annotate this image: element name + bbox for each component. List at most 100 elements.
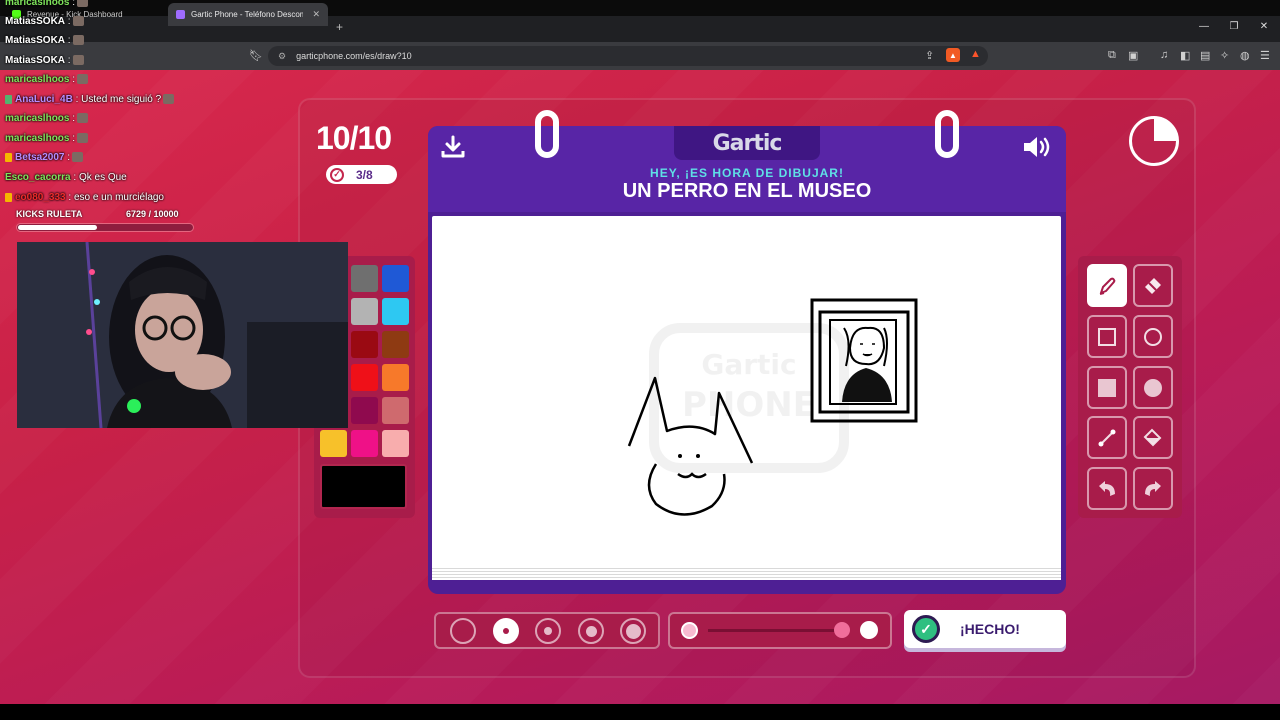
webcam-overlay — [17, 242, 348, 428]
screen: Revenue - Kick Dashboard Gartic Phone - … — [0, 0, 1280, 720]
bottom-black-bar — [0, 704, 1280, 720]
chat-text: : — [69, 133, 76, 144]
chat-emote-icon — [72, 35, 84, 46]
canvas-watermark: Gartic PHONE — [649, 323, 849, 473]
redo-tool[interactable] — [1133, 467, 1173, 510]
chat-message: AnaLuci_4B : Usted me siguió ? — [5, 94, 175, 105]
wallet-icon[interactable]: ▣ — [1128, 49, 1138, 62]
chat-emote-icon — [77, 133, 89, 144]
line-icon — [1098, 429, 1116, 446]
kicks-goal-fill — [18, 225, 97, 230]
chat-text: : Qk es Que — [70, 172, 127, 183]
color-swatch[interactable] — [382, 331, 409, 358]
color-swatch[interactable] — [382, 265, 409, 292]
rectangle-outline-tool[interactable] — [1087, 315, 1127, 358]
brush-size-2[interactable] — [493, 618, 519, 644]
chat-username[interactable]: MatiasSOKA — [5, 55, 65, 66]
line-tool[interactable] — [1087, 416, 1127, 459]
eraser-icon — [1145, 277, 1161, 294]
chat-username[interactable]: maricaslhoos — [5, 74, 69, 85]
brave-shield-icon[interactable]: ▲ — [946, 48, 960, 62]
chat-username[interactable]: AnaLuci_4B — [15, 94, 73, 105]
chat-badge-icon — [5, 94, 12, 104]
chat-message: MatiasSOKA : — [5, 16, 84, 27]
binder-ring-right — [935, 110, 959, 158]
chat-message: MatiasSOKA : — [5, 55, 84, 66]
opacity-min-icon — [681, 622, 698, 639]
pen-tool[interactable] — [1087, 264, 1127, 307]
undo-tool[interactable] — [1087, 467, 1127, 510]
volume-icon[interactable] — [1022, 134, 1054, 160]
stream-chat-overlay: maricaslhoos : MatiasSOKA : MatiasSOKA : Ma… — [0, 0, 320, 240]
maximize-window-icon[interactable]: ❐ — [1226, 21, 1242, 32]
brush-size-1[interactable] — [450, 618, 476, 644]
chat-username[interactable]: Esco_cacorra — [5, 172, 71, 183]
rectangle-fill-tool[interactable] — [1087, 366, 1127, 409]
color-swatch[interactable] — [382, 298, 409, 325]
chat-emote-icon — [163, 94, 175, 105]
chat-emote-icon — [77, 0, 89, 8]
eraser-tool[interactable] — [1133, 264, 1173, 307]
address-bar[interactable]: ⚙ garticphone.com/es/draw?10 — [268, 46, 988, 66]
vpn-icon[interactable]: ◍ — [1240, 49, 1250, 62]
chat-username[interactable]: eo080_333 — [15, 192, 66, 203]
color-swatch[interactable] — [382, 397, 409, 424]
chat-username[interactable]: maricaslhoos — [5, 133, 69, 144]
kicks-goal-track — [16, 223, 194, 232]
redo-icon — [1145, 480, 1161, 496]
check-icon: ✓ — [912, 615, 940, 643]
leo-ai-icon[interactable]: ✧ — [1220, 49, 1229, 62]
chat-username[interactable]: maricaslhoos — [5, 113, 69, 124]
brave-rewards-icon[interactable]: ▲ — [970, 48, 981, 60]
ellipse-fill-tool[interactable] — [1133, 366, 1173, 409]
brush-size-5[interactable] — [620, 618, 646, 644]
undo-icon — [1099, 480, 1115, 496]
download-icon[interactable] — [440, 134, 466, 160]
chat-username[interactable]: maricaslhoos — [5, 0, 69, 8]
color-swatch[interactable] — [382, 364, 409, 391]
chat-text: : — [65, 16, 71, 27]
chat-username[interactable]: MatiasSOKA — [5, 16, 65, 27]
color-swatch[interactable] — [351, 430, 378, 457]
minimize-window-icon[interactable]: — — [1196, 21, 1212, 32]
extensions-icon[interactable]: ⧉ — [1108, 49, 1116, 62]
media-icon[interactable]: ♫ — [1160, 49, 1168, 61]
bucket-icon — [1143, 428, 1162, 446]
brush-size-4[interactable] — [578, 618, 604, 644]
opacity-slider-handle[interactable] — [834, 622, 850, 638]
round-counter: 10/10 — [316, 120, 392, 156]
chat-username[interactable]: Betsa2007 — [15, 152, 64, 163]
menu-icon[interactable]: ☰ — [1260, 49, 1270, 62]
color-swatch[interactable] — [351, 397, 378, 424]
opacity-slider-track[interactable] — [708, 629, 844, 632]
sidebar-icon[interactable]: ◧ — [1180, 49, 1190, 62]
wallet-2-icon[interactable]: ▤ — [1200, 49, 1210, 62]
new-tab-button[interactable]: + — [336, 20, 343, 34]
color-swatch[interactable] — [382, 430, 409, 457]
chat-emote-icon — [77, 113, 89, 124]
kicks-goal-label: KICKS RULETA — [16, 209, 83, 219]
svg-text:Gartic: Gartic — [701, 348, 796, 381]
chat-text: : Usted me siguió ? — [72, 94, 162, 105]
chat-badge-icon — [5, 192, 12, 202]
players-done-badge: ✓ 3/8 — [326, 165, 397, 184]
chat-emote-icon — [72, 16, 84, 27]
square-outline-icon — [1098, 327, 1116, 346]
chat-message: maricaslhoos : — [5, 113, 89, 124]
color-swatch[interactable] — [351, 298, 378, 325]
drawing-canvas[interactable]: Gartic PHONE — [432, 216, 1061, 576]
pencil-icon — [1099, 277, 1116, 295]
color-swatch[interactable] — [320, 430, 347, 457]
color-swatch[interactable] — [351, 364, 378, 391]
color-swatch[interactable] — [351, 265, 378, 292]
color-swatch[interactable] — [351, 331, 378, 358]
fill-bucket-tool[interactable] — [1133, 416, 1173, 459]
done-button[interactable]: ✓ ¡HECHO! — [904, 610, 1066, 648]
ellipse-outline-tool[interactable] — [1133, 315, 1173, 358]
chat-message: maricaslhoos : — [5, 0, 89, 8]
brush-size-3[interactable] — [535, 618, 561, 644]
chat-username[interactable]: MatiasSOKA — [5, 35, 65, 46]
share-icon[interactable]: ⇪ — [925, 49, 934, 62]
close-window-icon[interactable]: ✕ — [1256, 21, 1272, 32]
streamer-image — [17, 242, 348, 428]
